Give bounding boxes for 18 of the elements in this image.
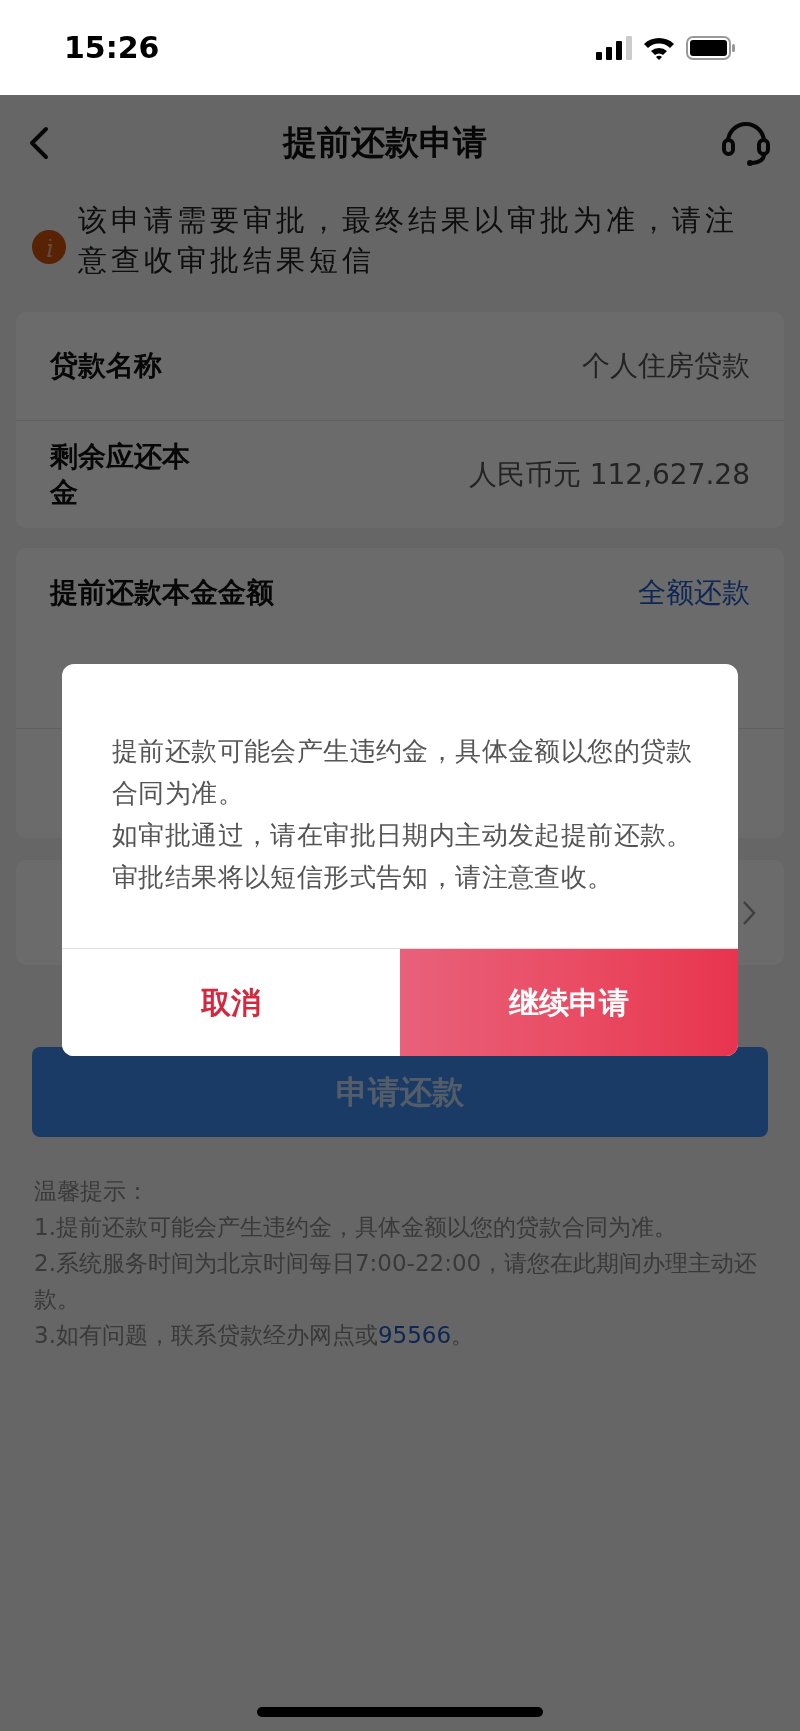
info-icon	[32, 230, 66, 264]
row-label: 剩余应还本金	[50, 438, 191, 511]
dialog-text: 如审批通过，请在审批日期内主动发起提前还款。审批结果将以短信形式告知，请注意查收。	[112, 819, 694, 894]
dialog-text: 提前还款可能会产生违约金，具体金额以您的贷款合同为准。	[112, 735, 694, 810]
status-time: 15:26	[64, 29, 160, 67]
row-label: 贷款名称	[50, 348, 163, 384]
continue-button[interactable]: 继续申请	[400, 949, 738, 1056]
chevron-right-icon	[742, 899, 756, 926]
row-value: 人民币元 112,627.28	[468, 456, 750, 493]
signal-icon	[596, 35, 632, 60]
row-value: 个人住房贷款	[582, 348, 750, 384]
notice-text: 该申请需要审批，最终结果以审批为准，请注意查收审批结果短信	[78, 202, 739, 279]
page-title: 提前还款申请	[283, 121, 487, 164]
row-label: 提前还款本金金额	[50, 575, 274, 611]
full-repay-link[interactable]: 全额还款	[638, 572, 750, 614]
battery-icon	[686, 35, 736, 60]
back-icon[interactable]	[28, 125, 50, 160]
phone-link[interactable]: 95566	[377, 1322, 452, 1348]
